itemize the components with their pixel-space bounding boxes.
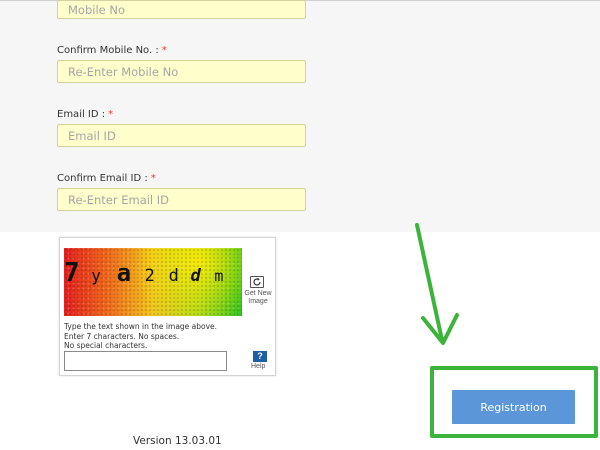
confirm-email-input[interactable]: [57, 188, 306, 211]
registration-form-panel: Confirm Mobile No. :* Email ID :* Confir…: [0, 0, 600, 232]
required-mark: *: [150, 173, 156, 184]
captcha-char: 2: [144, 266, 155, 286]
required-mark: *: [161, 45, 167, 56]
captcha-char: a: [116, 259, 132, 287]
captcha-instruction-line: Type the text shown in the image above.: [64, 322, 218, 331]
captcha-char: y: [91, 266, 101, 285]
confirm-email-label: Confirm Email ID : *: [57, 173, 156, 184]
confirm-mobile-input[interactable]: [57, 60, 306, 83]
arrow-down-icon: [415, 223, 459, 345]
captcha-char: m: [214, 267, 224, 285]
registration-button[interactable]: Registration: [452, 390, 575, 424]
refresh-captcha-button[interactable]: [250, 276, 264, 288]
help-label[interactable]: Help: [251, 363, 265, 370]
confirm-email-label-text: Confirm Email ID :: [57, 173, 148, 184]
captcha-text: 7 y a 2 d d m: [64, 258, 223, 288]
refresh-icon: [253, 277, 261, 286]
captcha-instructions: Type the text shown in the image above. …: [64, 322, 217, 351]
captcha-char: d: [190, 266, 201, 286]
captcha-char: d: [168, 266, 179, 286]
required-mark: *: [108, 109, 114, 120]
email-label-text: Email ID :: [57, 109, 106, 120]
captcha-instruction-line: Enter 7 characters. No spaces.: [64, 331, 180, 341]
refresh-captcha-label[interactable]: Get New Image: [242, 290, 274, 306]
captcha-input[interactable]: [64, 351, 227, 371]
email-label: Email ID : *: [57, 109, 113, 120]
captcha-widget: 7 y a 2 d d m Get New Image Type the tex…: [59, 237, 276, 376]
email-input[interactable]: [57, 124, 306, 147]
mobile-input[interactable]: [57, 0, 306, 19]
help-icon[interactable]: ?: [253, 351, 267, 362]
captcha-char: 7: [64, 258, 80, 288]
version-text: Version 13.03.01: [133, 435, 222, 447]
confirm-mobile-label: Confirm Mobile No. : *: [57, 45, 167, 56]
captcha-instruction-line: No special characters.: [64, 341, 148, 350]
confirm-mobile-label-text: Confirm Mobile No. :: [57, 45, 159, 56]
